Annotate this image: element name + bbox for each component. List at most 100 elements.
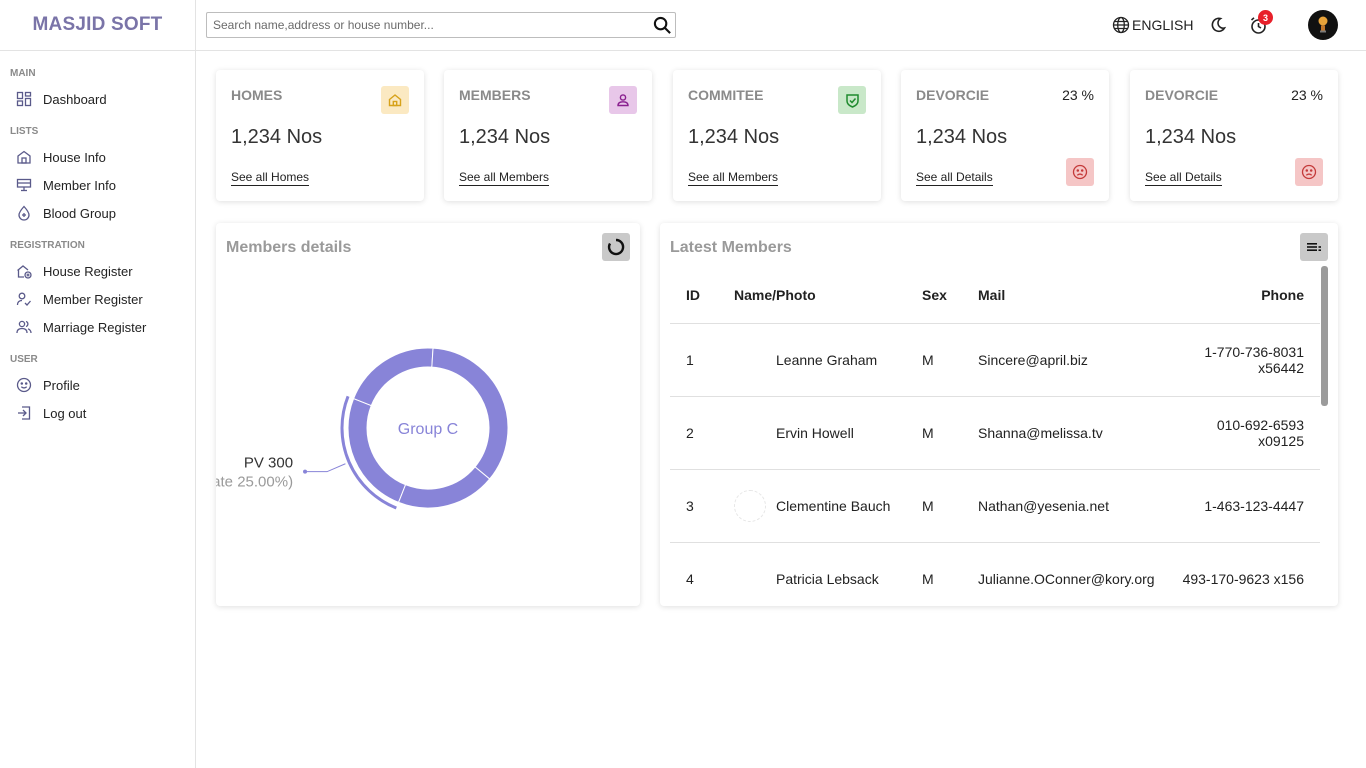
sidebar-item-label: House Info <box>43 149 106 165</box>
stat-card-devorcie-2: DEVORCIE 23 % 1,234 Nos See all Details <box>1130 70 1338 201</box>
shield-check-icon <box>838 86 866 114</box>
dark-mode-toggle[interactable] <box>1209 16 1227 39</box>
column-header-sex[interactable]: Sex <box>922 267 978 324</box>
highlight-sublabel: (Rate 25.00%) <box>216 474 293 491</box>
sidebar-item-member-register[interactable]: Member Register <box>0 285 195 313</box>
language-label: ENGLISH <box>1132 17 1194 33</box>
blood-drop-icon <box>16 205 32 221</box>
members-donut-chart[interactable]: Group C PV 300 (Rate 25.00%) <box>216 223 640 606</box>
highlight-leader-line <box>305 463 346 473</box>
members-details-panel: Members details Group C PV 300 (Rate 25.… <box>216 223 640 606</box>
app-logo[interactable]: MASJID SOFT <box>0 0 195 51</box>
sidebar-item-label: Profile <box>43 377 80 393</box>
sidebar-item-profile[interactable]: Profile <box>0 371 195 399</box>
cell-name: Patricia Lebsack <box>776 570 879 587</box>
search-icon[interactable] <box>649 13 675 37</box>
stat-card-devorcie: DEVORCIE 23 % 1,234 Nos See all Details <box>901 70 1109 201</box>
sidebar-item-blood-group[interactable]: Blood Group <box>0 199 195 227</box>
table-row[interactable]: 3 Clementine Bauch M Nathan@yesenia.net … <box>670 469 1320 543</box>
table-scrollbar[interactable] <box>1321 266 1328 406</box>
highlight-leader-dot <box>303 469 308 474</box>
sidebar-item-logout[interactable]: Log out <box>0 399 195 427</box>
donut-slice[interactable] <box>397 466 491 509</box>
cell-sex: M <box>922 396 978 470</box>
language-selector[interactable]: ENGLISH <box>1112 16 1193 34</box>
card-percent: 23 % <box>1291 87 1323 103</box>
member-photo <box>734 344 766 376</box>
user-avatar-icon <box>1318 16 1328 33</box>
see-all-details-link[interactable]: See all Details <box>916 171 993 186</box>
card-title: MEMBERS <box>459 87 531 103</box>
card-title: DEVORCIE <box>916 87 990 103</box>
cell-name: Clementine Bauch <box>776 497 891 514</box>
cell-sex: M <box>922 469 978 543</box>
cell-id: 4 <box>670 542 734 606</box>
globe-icon <box>1112 16 1130 34</box>
card-title: HOMES <box>231 87 283 103</box>
sidebar-item-member-info[interactable]: Member Info <box>0 171 195 199</box>
members-table-container[interactable]: ID Name/Photo Sex Mail Phone 1 Leanne Gr… <box>670 267 1320 606</box>
cell-phone: 493-170-9623 x156 <box>1168 542 1320 606</box>
column-header-name-photo[interactable]: Name/Photo <box>734 267 922 324</box>
cell-mail: Sincere@april.biz <box>978 323 1168 397</box>
see-all-homes-link[interactable]: See all Homes <box>231 171 310 186</box>
cell-name: Ervin Howell <box>776 424 854 441</box>
house-add-icon <box>16 263 32 279</box>
card-title: DEVORCIE <box>1145 87 1219 103</box>
column-header-phone[interactable]: Phone <box>1168 267 1320 324</box>
donut-slice[interactable] <box>347 397 407 504</box>
card-value: 1,234 Nos <box>459 126 551 148</box>
donut-slice[interactable] <box>431 347 509 480</box>
card-title: COMMITEE <box>688 87 764 103</box>
see-all-members-link[interactable]: See all Members <box>459 171 550 186</box>
cell-sex: M <box>922 323 978 397</box>
cell-id: 3 <box>670 469 734 543</box>
table-row[interactable]: 2 Ervin Howell M Shanna@melissa.tv 010-6… <box>670 396 1320 470</box>
sad-face-icon <box>1066 158 1094 186</box>
donut-slice[interactable] <box>352 347 434 407</box>
sidebar-item-marriage-register[interactable]: Marriage Register <box>0 313 195 341</box>
cell-mail: Nathan@yesenia.net <box>978 469 1168 543</box>
card-value: 1,234 Nos <box>916 126 1008 148</box>
highlight-label: PV 300 <box>244 455 293 472</box>
cell-id: 1 <box>670 323 734 397</box>
cell-mail: Shanna@melissa.tv <box>978 396 1168 470</box>
search-input[interactable] <box>207 13 649 37</box>
sad-face-icon <box>1295 158 1323 186</box>
card-percent: 23 % <box>1062 87 1094 103</box>
topbar: ENGLISH 3 <box>196 0 1366 51</box>
member-card-icon <box>16 177 32 193</box>
stat-card-homes: HOMES 1,234 Nos See all Homes <box>216 70 424 201</box>
sidebar-item-label: House Register <box>43 263 133 279</box>
cell-id: 2 <box>670 396 734 470</box>
sidebar-item-label: Blood Group <box>43 205 116 221</box>
latest-members-panel: Latest Members ID Name/Photo Sex Mail Ph… <box>660 223 1338 606</box>
stat-card-members: MEMBERS 1,234 Nos See all Members <box>444 70 652 201</box>
panel-title: Latest Members <box>670 239 792 256</box>
sidebar-item-house-info[interactable]: House Info <box>0 143 195 171</box>
person-icon <box>609 86 637 114</box>
sidebar-section-lists: LISTS <box>10 126 39 137</box>
see-all-committee-link[interactable]: See all Members <box>688 171 779 186</box>
smile-icon <box>16 377 32 393</box>
column-header-id[interactable]: ID <box>670 267 734 324</box>
donut-center-label: Group C <box>398 421 458 438</box>
sidebar: MASJID SOFT MAIN Dashboard LISTS House I… <box>0 0 196 768</box>
member-photo <box>734 417 766 449</box>
column-header-mail[interactable]: Mail <box>978 267 1168 324</box>
members-table: ID Name/Photo Sex Mail Phone 1 Leanne Gr… <box>670 267 1320 606</box>
table-row[interactable]: 4 Patricia Lebsack M Julianne.OConner@ko… <box>670 542 1320 606</box>
avatar[interactable] <box>1308 10 1338 40</box>
member-photo <box>734 563 766 595</box>
sidebar-item-label: Member Register <box>43 291 143 307</box>
sidebar-nav: MAIN Dashboard LISTS House Info Member I… <box>0 51 195 427</box>
sidebar-item-dashboard[interactable]: Dashboard <box>0 85 195 113</box>
notification-badge: 3 <box>1258 10 1273 25</box>
sidebar-item-label: Dashboard <box>43 91 107 107</box>
table-row[interactable]: 1 Leanne Graham M Sincere@april.biz 1-77… <box>670 323 1320 397</box>
sidebar-item-house-register[interactable]: House Register <box>0 257 195 285</box>
table-menu-button[interactable] <box>1300 233 1328 261</box>
see-all-details-link[interactable]: See all Details <box>1145 171 1222 186</box>
cell-phone: 010-692-6593 x09125 <box>1168 396 1320 470</box>
sidebar-section-registration: REGISTRATION <box>10 240 85 251</box>
